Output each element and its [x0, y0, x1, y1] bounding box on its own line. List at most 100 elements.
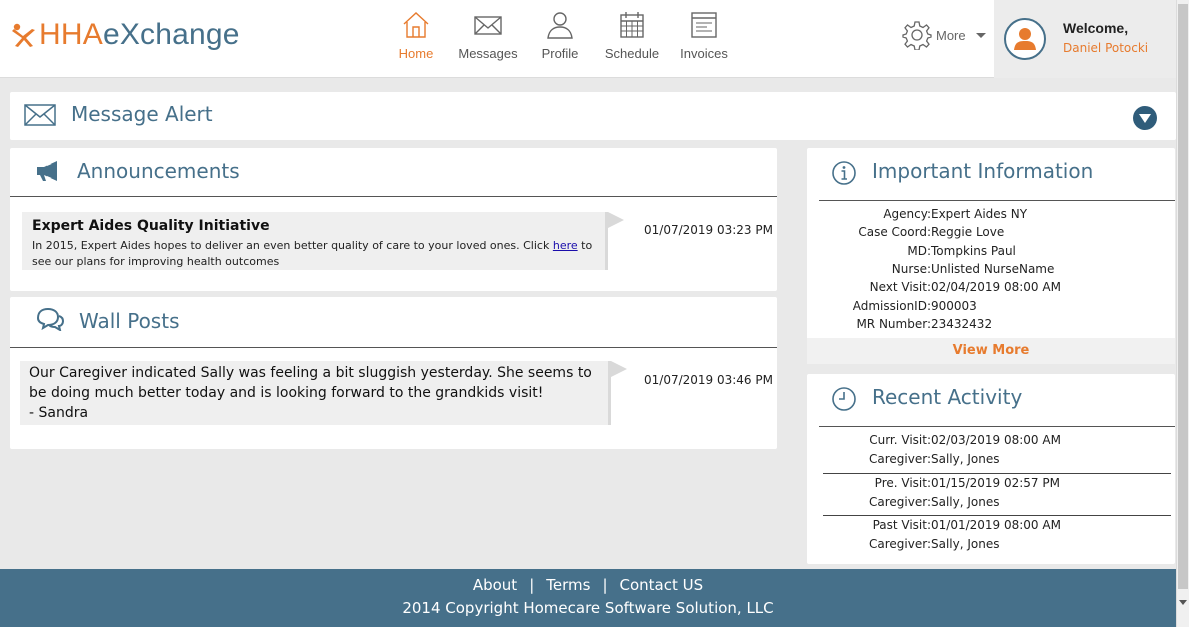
- announcement-heading: Expert Aides Quality Initiative: [32, 218, 270, 234]
- info-value: Reggie Love: [931, 225, 1005, 239]
- hhaexchange-logo[interactable]: HHAeXchange: [10, 18, 240, 52]
- info-row-case-coord: Case Coord: Reggie Love: [807, 225, 1175, 243]
- recent-row-pre-visit: Pre. Visit: 01/15/2019 02:57 PM: [807, 476, 1175, 494]
- clock-icon: [832, 387, 856, 411]
- nav-label-profile: Profile: [541, 46, 579, 61]
- info-row-admission-id: AdmissionID: 900003: [807, 299, 1175, 317]
- calendar-icon: [620, 12, 644, 38]
- recent-row-curr-caregiver: Caregiver: Sally, Jones: [807, 452, 1175, 470]
- message-alert-panel: Message Alert: [10, 92, 1176, 140]
- info-row-next-visit: Next Visit: 02/04/2019 08:00 AM: [807, 280, 1175, 298]
- wall-posts-panel: Wall Posts Our Caregiver indicated Sally…: [10, 297, 777, 449]
- wall-post-timestamp: 01/07/2019 03:46 PM: [644, 373, 773, 387]
- info-row-mr-number: MR Number: 23432432: [807, 317, 1175, 335]
- info-row-nurse: Nurse: Unlisted NurseName: [807, 262, 1175, 280]
- nav-schedule[interactable]: Schedule: [596, 10, 668, 61]
- recent-value: 01/15/2019 02:57 PM: [931, 476, 1060, 490]
- footer-link-contact[interactable]: Contact US: [620, 576, 704, 594]
- gear-icon: [902, 21, 932, 50]
- envelope-icon: [474, 16, 502, 35]
- info-value: Expert Aides NY: [931, 207, 1028, 221]
- welcome-label: Welcome,: [1063, 20, 1129, 36]
- home-icon: [403, 12, 429, 38]
- info-label: Nurse:: [891, 262, 931, 276]
- user-welcome[interactable]: Welcome, Daniel Potocki: [994, 0, 1176, 78]
- nav-label-schedule: Schedule: [604, 46, 660, 61]
- divider: [10, 196, 777, 197]
- chevron-down-icon: [975, 32, 986, 38]
- view-more-bar: View More: [807, 338, 1175, 364]
- nav-profile[interactable]: Profile: [524, 10, 596, 61]
- recent-value: 01/01/2019 08:00 AM: [931, 518, 1061, 532]
- nav-home[interactable]: Home: [380, 10, 452, 61]
- announcement-text: In 2015, Expert Aides hopes to deliver a…: [32, 238, 595, 270]
- footer-link-terms[interactable]: Terms: [546, 576, 590, 594]
- footer-link-about[interactable]: About: [473, 576, 517, 594]
- nav-messages[interactable]: Messages: [452, 10, 524, 61]
- announcement-item: Expert Aides Quality Initiative In 2015,…: [22, 212, 624, 270]
- main-nav: Home Messages Profile Schedule Invoices: [380, 10, 740, 61]
- announcements-title: Announcements: [77, 159, 240, 183]
- nav-label-messages: Messages: [458, 46, 518, 61]
- more-menu[interactable]: More: [902, 20, 986, 50]
- recent-activity-title: Recent Activity: [872, 385, 1023, 409]
- recent-label: Curr. Visit:: [869, 433, 931, 447]
- info-label: AdmissionID:: [852, 299, 931, 313]
- announcement-timestamp: 01/07/2019 03:23 PM: [644, 223, 773, 237]
- wall-post-item: Our Caregiver indicated Sally was feelin…: [20, 361, 627, 425]
- recent-activity-panel: Recent Activity Curr. Visit: 02/03/2019 …: [807, 374, 1175, 564]
- chat-bubbles-icon: [36, 307, 65, 331]
- info-row-agency: Agency: Expert Aides NY: [807, 207, 1175, 225]
- info-label: Case Coord:: [858, 225, 931, 239]
- wall-post-line-2: be doing much better today and is lookin…: [29, 385, 544, 401]
- recent-row-past-caregiver: Caregiver: Sally, Jones: [807, 537, 1175, 555]
- page-footer: About | Terms | Contact US 2014 Copyright Ho…: [0, 569, 1176, 627]
- logo-text-exchange: eXchange: [102, 18, 240, 51]
- envelope-icon: [24, 104, 56, 126]
- info-label: MD:: [907, 244, 931, 258]
- app-header: HHAeXchange Home Messages Profile Schedu…: [0, 0, 1176, 78]
- user-name: Daniel Potocki: [1063, 41, 1149, 55]
- message-alert-toggle-button[interactable]: [1133, 106, 1157, 130]
- recent-label: Caregiver:: [869, 452, 931, 466]
- nav-invoices[interactable]: Invoices: [668, 10, 740, 61]
- footer-links: About | Terms | Contact US: [0, 576, 1176, 594]
- divider: [823, 473, 1171, 474]
- info-icon: [832, 161, 856, 185]
- recent-value: Sally, Jones: [931, 495, 1000, 509]
- recent-value: Sally, Jones: [931, 537, 1000, 551]
- wall-post-signature: - Sandra: [29, 405, 89, 421]
- wall-posts-title: Wall Posts: [79, 309, 180, 333]
- recent-value: Sally, Jones: [931, 452, 1000, 466]
- announcement-here-link[interactable]: here: [553, 239, 578, 252]
- logo-text-hha: HHA: [39, 18, 103, 51]
- info-value: 02/04/2019 08:00 AM: [931, 280, 1061, 294]
- announcements-panel: Announcements Expert Aides Quality Initi…: [10, 148, 777, 291]
- logo-star-icon: [12, 23, 35, 47]
- megaphone-icon: [37, 161, 57, 181]
- info-value: 900003: [931, 299, 977, 313]
- more-label: More: [936, 27, 966, 43]
- avatar[interactable]: [1004, 18, 1046, 60]
- divider: [10, 347, 777, 348]
- recent-label: Caregiver:: [869, 537, 931, 551]
- recent-row-past-visit: Past Visit: 01/01/2019 08:00 AM: [807, 518, 1175, 536]
- person-icon: [547, 12, 573, 39]
- invoice-icon: [691, 12, 717, 38]
- nav-label-home: Home: [398, 46, 434, 61]
- copyright-text: 2014 Copyright Homecare Software Solutio…: [402, 599, 774, 617]
- view-more-link[interactable]: View More: [807, 343, 1175, 358]
- divider: [819, 200, 1175, 201]
- info-label: MR Number:: [856, 317, 931, 331]
- scrollbar-thumb[interactable]: [1178, 4, 1188, 589]
- scroll-down-arrow-icon[interactable]: [1179, 600, 1187, 605]
- footer-separator: |: [602, 576, 608, 594]
- recent-row-curr-visit: Curr. Visit: 02/03/2019 08:00 AM: [807, 433, 1175, 451]
- recent-label: Past Visit:: [872, 518, 931, 532]
- divider: [819, 426, 1175, 427]
- announcement-text-before: In 2015, Expert Aides hopes to deliver a…: [32, 239, 553, 252]
- info-value: Unlisted NurseName: [931, 262, 1055, 276]
- page-scrollbar[interactable]: [1176, 0, 1189, 627]
- user-avatar-icon: [1014, 28, 1036, 50]
- recent-row-pre-caregiver: Caregiver: Sally, Jones: [807, 495, 1175, 513]
